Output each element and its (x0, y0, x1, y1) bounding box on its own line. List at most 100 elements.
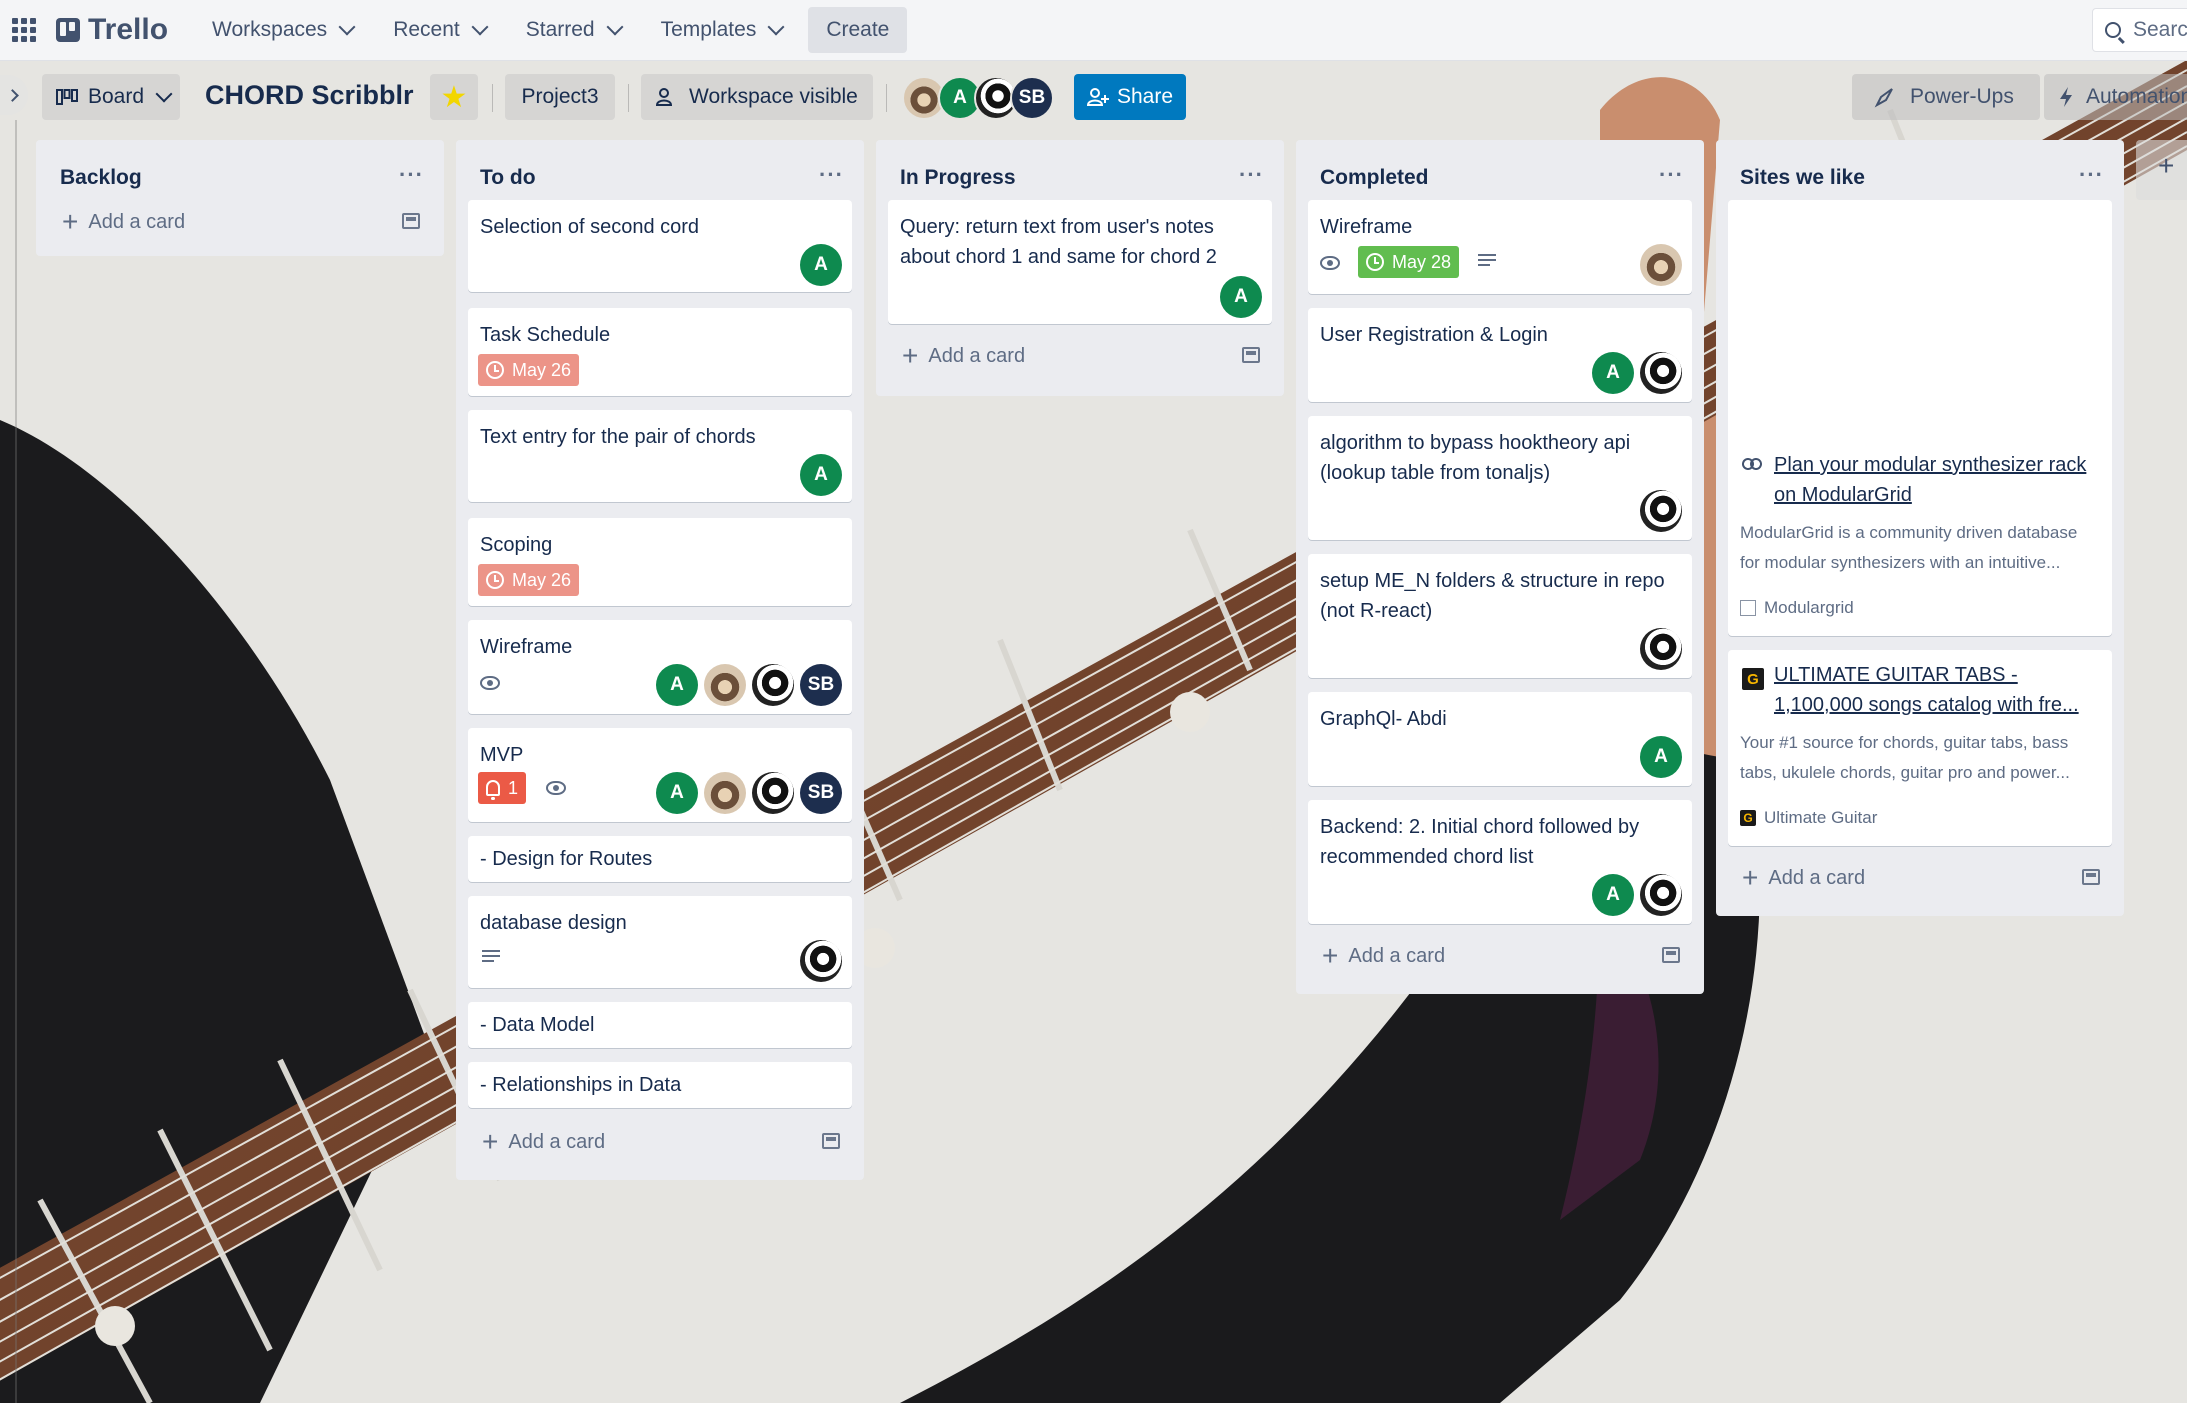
list-menu-icon[interactable]: ··· (2079, 162, 2104, 188)
card-template-icon[interactable] (1662, 947, 1680, 963)
member-avatar[interactable] (800, 940, 842, 982)
member-avatar[interactable] (1640, 874, 1682, 916)
card-setup-folders[interactable]: setup ME_N folders & structure in repo (… (1308, 554, 1692, 678)
add-card-label: Add a card (508, 1130, 606, 1153)
card-user-registration[interactable]: User Registration & Login A (1308, 308, 1692, 402)
star-board-button[interactable]: ★ (430, 74, 478, 120)
member-avatar[interactable]: A (800, 454, 842, 496)
list-menu-icon[interactable]: ··· (819, 162, 844, 188)
due-date-badge[interactable]: May 26 (478, 564, 580, 596)
card-data-model[interactable]: - Data Model (468, 1002, 852, 1048)
member-avatar[interactable]: A (1640, 736, 1682, 778)
list-menu-icon[interactable]: ··· (399, 162, 424, 188)
add-card-button[interactable]: + Add a card (1742, 862, 1865, 894)
card-backend-chord-list[interactable]: Backend: 2. Initial chord followed by re… (1308, 800, 1692, 924)
board-title[interactable]: CHORD Scribblr (205, 80, 414, 111)
card-design-for-routes[interactable]: - Design for Routes (468, 836, 852, 882)
card-relationships-in-data[interactable]: - Relationships in Data (468, 1062, 852, 1108)
chevron-down-icon (471, 18, 489, 36)
card-ultimate-guitar-link[interactable]: G ULTIMATE GUITAR TABS - 1,100,000 songs… (1728, 650, 2112, 846)
list-title[interactable]: Completed (1320, 166, 1429, 190)
add-card-button[interactable]: + Add a card (482, 1126, 605, 1158)
add-card-button[interactable]: + Add a card (62, 206, 185, 238)
member-avatar[interactable]: SB (1010, 76, 1054, 120)
member-avatar[interactable] (1640, 352, 1682, 394)
plus-icon: + (62, 206, 79, 237)
notification-badge[interactable]: 1 (478, 772, 527, 804)
card-template-icon[interactable] (822, 1133, 840, 1149)
create-button[interactable]: Create (808, 7, 908, 53)
power-ups-button[interactable]: Power-Ups (1852, 74, 2040, 120)
visibility-button[interactable]: Workspace visible (641, 74, 873, 120)
member-avatar[interactable] (704, 772, 746, 814)
card-title: - Design for Routes (480, 848, 653, 870)
card-text-entry[interactable]: Text entry for the pair of chords A (468, 410, 852, 502)
list-title[interactable]: Backlog (60, 166, 142, 190)
list-title[interactable]: To do (480, 166, 536, 190)
add-card-button[interactable]: + Add a card (1322, 940, 1445, 972)
app-switcher-icon[interactable] (12, 18, 36, 42)
recent-label: Recent (393, 18, 460, 41)
card-selection-of-second-cord[interactable]: Selection of second cord A (468, 200, 852, 292)
link-title[interactable]: Plan your modular synthesizer rack on Mo… (1774, 450, 2094, 510)
notification-count: 1 (508, 777, 519, 798)
trello-logo[interactable]: Trello (56, 13, 168, 47)
people-icon (655, 88, 673, 106)
add-card-button[interactable]: + Add a card (902, 340, 1025, 372)
automation-button[interactable]: Automation (2044, 74, 2187, 120)
link-source-name: Ultimate Guitar (1764, 808, 1878, 827)
card-algorithm-hooktheory[interactable]: algorithm to bypass hooktheory api (look… (1308, 416, 1692, 540)
workspace-button[interactable]: Project3 (505, 74, 615, 120)
card-title: database design (480, 912, 627, 934)
card-wireframe[interactable]: Wireframe A SB (468, 620, 852, 714)
header-divider (628, 84, 629, 112)
list-menu-icon[interactable]: ··· (1239, 162, 1264, 188)
card-query-notes[interactable]: Query: return text from user's notes abo… (888, 200, 1272, 324)
card-database-design[interactable]: database design (468, 896, 852, 988)
member-avatar[interactable]: SB (800, 772, 842, 814)
member-avatar[interactable] (1640, 244, 1682, 286)
card-title: Scoping (480, 534, 553, 556)
recent-menu[interactable]: Recent (379, 7, 500, 53)
templates-menu[interactable]: Templates (647, 7, 797, 53)
card-task-schedule[interactable]: Task Schedule May 26 (468, 308, 852, 396)
member-avatar[interactable] (704, 664, 746, 706)
list-title[interactable]: Sites we like (1740, 166, 1865, 190)
board-view-switcher[interactable]: Board (42, 74, 180, 120)
add-list-button[interactable]: + (2136, 140, 2187, 200)
link-title[interactable]: ULTIMATE GUITAR TABS - 1,100,000 songs c… (1774, 660, 2104, 720)
search-input[interactable]: Search (2092, 8, 2187, 52)
add-card-label: Add a card (88, 210, 186, 233)
member-avatar[interactable]: A (1592, 352, 1634, 394)
member-avatar[interactable] (752, 772, 794, 814)
member-avatar[interactable]: A (1220, 276, 1262, 318)
member-avatar[interactable] (1640, 490, 1682, 532)
card-scoping[interactable]: Scoping May 26 (468, 518, 852, 606)
card-mvp[interactable]: MVP 1 A SB (468, 728, 852, 822)
card-graphql-abdi[interactable]: GraphQl- Abdi A (1308, 692, 1692, 786)
watch-eye-icon (546, 781, 566, 795)
chevron-down-icon (338, 18, 356, 36)
member-avatar[interactable]: A (800, 244, 842, 286)
card-modulargrid-link[interactable]: Plan your modular synthesizer rack on Mo… (1728, 200, 2112, 636)
due-date-badge[interactable]: May 26 (478, 354, 580, 386)
list-menu-icon[interactable]: ··· (1659, 162, 1684, 188)
sidebar-divider (15, 120, 17, 1403)
due-date-badge[interactable]: May 28 (1358, 246, 1460, 278)
card-template-icon[interactable] (2082, 869, 2100, 885)
card-title: setup ME_N folders & structure in repo (… (1320, 570, 1665, 622)
list-title[interactable]: In Progress (900, 166, 1016, 190)
card-wireframe-completed[interactable]: Wireframe May 28 (1308, 200, 1692, 294)
member-avatar[interactable]: A (656, 664, 698, 706)
plus-icon: + (2158, 150, 2175, 181)
member-avatar[interactable]: SB (800, 664, 842, 706)
share-button[interactable]: Share (1074, 74, 1186, 120)
card-template-icon[interactable] (1242, 347, 1260, 363)
starred-menu[interactable]: Starred (512, 7, 635, 53)
member-avatar[interactable] (1640, 628, 1682, 670)
member-avatar[interactable]: A (1592, 874, 1634, 916)
workspaces-menu[interactable]: Workspaces (198, 7, 367, 53)
card-template-icon[interactable] (402, 213, 420, 229)
member-avatar[interactable]: A (656, 772, 698, 814)
member-avatar[interactable] (752, 664, 794, 706)
